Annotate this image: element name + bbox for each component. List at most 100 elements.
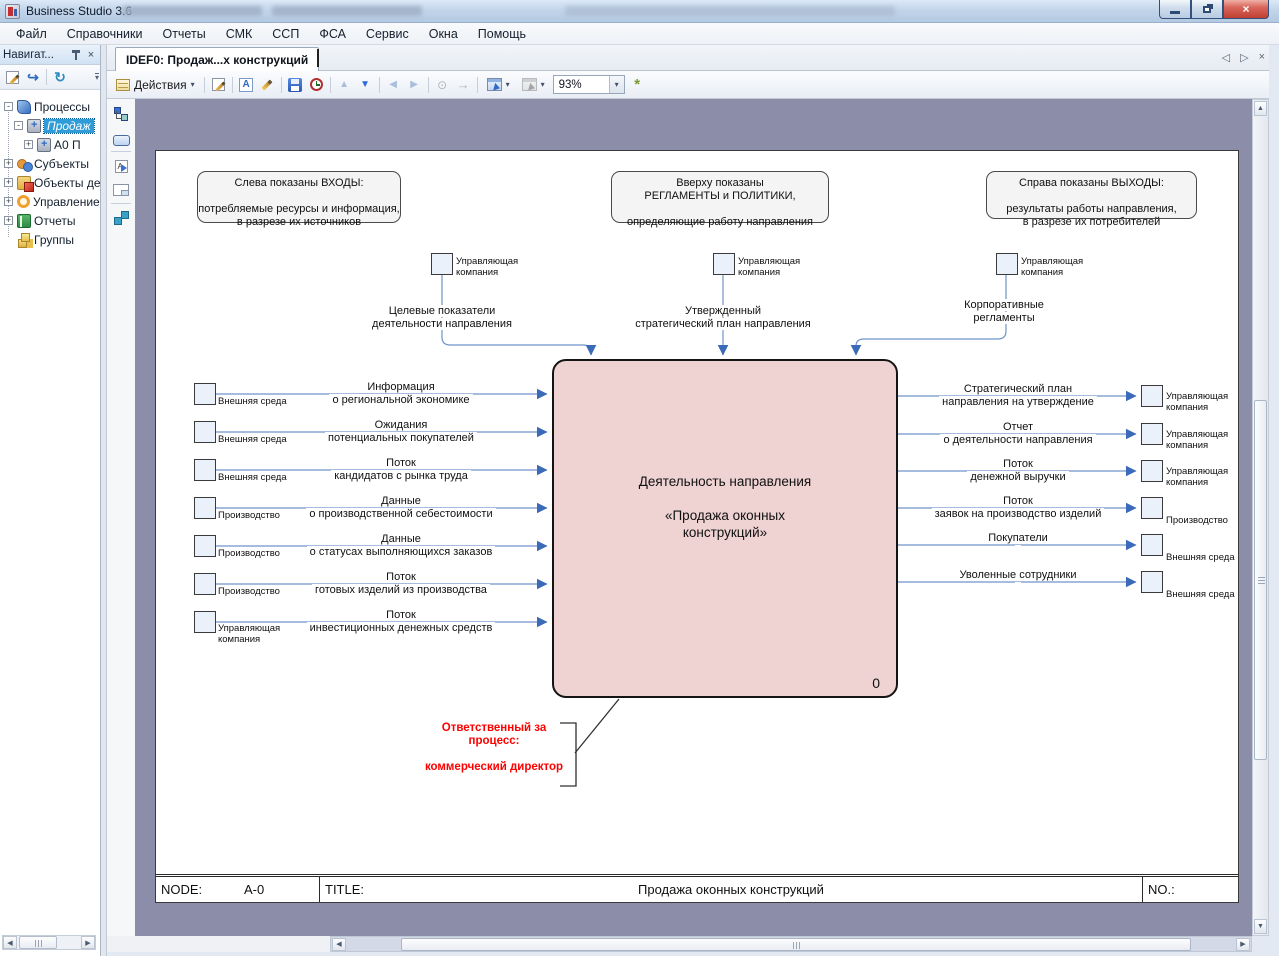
text-properties-icon[interactable]: A	[238, 76, 255, 93]
prev-icon[interactable]: ◀	[385, 76, 402, 93]
navigator-hscrollbar[interactable]: ◀ ▶	[2, 935, 96, 950]
entity-box[interactable]	[1141, 423, 1163, 445]
entity-box[interactable]	[194, 573, 216, 595]
entity-box[interactable]	[1141, 534, 1163, 556]
entity-box[interactable]	[194, 497, 216, 519]
menu-service[interactable]: Сервис	[356, 25, 419, 43]
actions-button[interactable]: Действия ▾	[112, 74, 199, 96]
entity-box[interactable]	[431, 253, 453, 275]
connector-tool-icon[interactable]	[110, 103, 132, 125]
flow-label[interactable]: Покупатели	[904, 532, 1132, 558]
note-outputs[interactable]: Справа показаны ВЫХОДЫ: результаты работ…	[986, 171, 1197, 228]
note-controls[interactable]: Вверху показаны РЕГЛАМЕНТЫ и ПОЛИТИКИ, оп…	[611, 171, 829, 228]
entity-label[interactable]: Управляющая компания	[1166, 429, 1228, 451]
flow-label[interactable]: Целевые показатели деятельности направлен…	[356, 305, 528, 331]
flow-label[interactable]: Корпоративные регламенты	[938, 299, 1070, 325]
flow-label[interactable]: Данные о статусах выполняющихся заказов	[251, 533, 551, 559]
expand-icon[interactable]: +	[4, 216, 13, 225]
entity-label[interactable]: Управляющая компания	[456, 256, 518, 278]
flow-label[interactable]: Уволенные сотрудники	[904, 569, 1132, 595]
frame-tool-icon[interactable]	[110, 179, 132, 201]
process-box[interactable]: Деятельность направления «Продажа оконны…	[552, 359, 898, 698]
collapse-icon[interactable]: -	[14, 121, 23, 130]
zoom-combobox[interactable]: 93% ▾	[552, 75, 625, 94]
entity-label[interactable]: Управляющая компания	[738, 256, 800, 278]
entity-label[interactable]: Управляющая компания	[1166, 391, 1228, 413]
toolbar-overflow-icon[interactable]: ▾	[94, 73, 99, 82]
flow-label[interactable]: Поток кандидатов с рынка труда	[251, 457, 551, 483]
menu-file[interactable]: Файл	[6, 25, 57, 43]
scroll-up-icon[interactable]: ▲	[1254, 101, 1267, 116]
tree-item-objects[interactable]: + Объекты де	[0, 173, 100, 192]
flow-label[interactable]: Поток инвестиционных денежных средств	[251, 609, 551, 635]
tree-item-a0[interactable]: + А0 П	[0, 135, 100, 154]
restore-button[interactable]	[1191, 0, 1223, 19]
entity-box[interactable]	[194, 535, 216, 557]
back-icon[interactable]: ⊙	[434, 76, 451, 93]
flow-label[interactable]: Поток готовых изделий из производства	[251, 571, 551, 597]
flow-label[interactable]: Утвержденный стратегический план направле…	[611, 305, 835, 331]
menu-fsa[interactable]: ФСА	[309, 25, 356, 43]
entity-label[interactable]: Производство	[1166, 515, 1228, 526]
scroll-thumb[interactable]	[1254, 400, 1267, 760]
edit-diagram-icon[interactable]	[210, 76, 227, 93]
expand-icon[interactable]: +	[4, 159, 13, 168]
entity-label[interactable]: Управляющая компания	[1021, 256, 1083, 278]
export-diagram-button[interactable]: ▾	[518, 74, 549, 96]
scroll-right-icon[interactable]: ▶	[81, 936, 95, 949]
entity-box[interactable]	[194, 611, 216, 633]
text-block-tool-icon[interactable]: A	[110, 155, 132, 177]
scroll-down-icon[interactable]: ▼	[1254, 919, 1267, 934]
interface-tool-icon[interactable]	[110, 207, 132, 229]
expand-icon[interactable]: +	[4, 178, 13, 187]
entity-box[interactable]	[713, 253, 735, 275]
format-brush-icon[interactable]	[259, 76, 276, 93]
go-to-diagram-button[interactable]: ▾	[483, 74, 514, 96]
pin-icon[interactable]	[71, 49, 81, 61]
menu-windows[interactable]: Окна	[419, 25, 468, 43]
horizontal-scrollbar[interactable]: ◀ ▶	[330, 936, 1252, 952]
flow-label[interactable]: Стратегический план направления на утверж…	[904, 383, 1132, 409]
menu-reports[interactable]: Отчеты	[152, 25, 215, 43]
entity-label[interactable]: Управляющая компания	[1166, 466, 1228, 488]
scroll-thumb[interactable]	[19, 936, 57, 949]
tree-item-prodazha[interactable]: - Продаж	[0, 116, 100, 135]
menu-references[interactable]: Справочники	[57, 25, 153, 43]
flow-label[interactable]: Отчет о деятельности направления	[904, 421, 1132, 447]
fit-page-icon[interactable]: *	[629, 76, 646, 93]
flow-label[interactable]: Поток денежной выручки	[904, 458, 1132, 484]
entity-box[interactable]	[1141, 571, 1163, 593]
scroll-thumb[interactable]	[401, 937, 1191, 951]
forward-icon[interactable]: →	[455, 76, 472, 93]
edit-icon[interactable]	[3, 68, 21, 86]
annotation-leader-line[interactable]	[574, 698, 620, 754]
tab-idef0-diagram[interactable]: IDEF0: Продаж...х конструкций	[115, 47, 320, 71]
tree-item-management[interactable]: + Управление	[0, 192, 100, 211]
entity-box[interactable]	[194, 459, 216, 481]
menu-smk[interactable]: СМК	[216, 25, 263, 43]
entity-box[interactable]	[194, 383, 216, 405]
note-inputs[interactable]: Слева показаны ВХОДЫ: потребляемые ресур…	[197, 171, 401, 228]
entity-box[interactable]	[996, 253, 1018, 275]
refresh-icon[interactable]: ↻	[51, 68, 69, 86]
flow-label[interactable]: Информация о региональной экономике	[251, 381, 551, 407]
save-icon[interactable]	[287, 76, 304, 93]
expand-icon[interactable]: +	[4, 197, 13, 206]
scroll-right-icon[interactable]: ▶	[1236, 937, 1250, 951]
vertical-scrollbar[interactable]: ▲ ▼	[1252, 99, 1269, 936]
entity-box[interactable]	[194, 421, 216, 443]
flow-label[interactable]: Данные о производственной себестоимости	[251, 495, 551, 521]
close-button[interactable]: ×	[1223, 0, 1269, 19]
scroll-left-icon[interactable]: ◀	[3, 936, 17, 949]
minimize-button[interactable]	[1159, 0, 1191, 19]
entity-box[interactable]	[1141, 460, 1163, 482]
rounded-rect-tool-icon[interactable]	[110, 129, 132, 151]
tab-scroll-right-icon[interactable]: ▷	[1240, 51, 1248, 64]
flow-label[interactable]: Ожидания потенциальных покупателей	[251, 419, 551, 445]
navigator-close-icon[interactable]: ×	[85, 49, 97, 61]
collapse-icon[interactable]: -	[4, 102, 13, 111]
scroll-left-icon[interactable]: ◀	[332, 937, 346, 951]
flow-label[interactable]: Поток заявок на производство изделий	[904, 495, 1132, 521]
tree-item-groups[interactable]: Группы	[0, 230, 100, 249]
tree-item-reports[interactable]: + Отчеты	[0, 211, 100, 230]
